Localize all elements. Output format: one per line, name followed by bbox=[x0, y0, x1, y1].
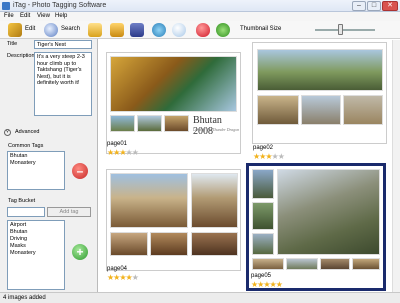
list-item[interactable]: Airport bbox=[10, 222, 62, 229]
star-icon[interactable]: ★ bbox=[132, 148, 139, 157]
list-item[interactable]: Bhutan bbox=[10, 229, 62, 236]
thumb-photo bbox=[286, 258, 318, 270]
valley-photo bbox=[257, 49, 383, 91]
advanced-label[interactable]: Advanced bbox=[15, 129, 39, 135]
minimize-button[interactable]: – bbox=[352, 1, 366, 11]
thumb-photo bbox=[301, 95, 341, 125]
edit-button-label[interactable]: Edit bbox=[25, 26, 35, 32]
tile-caption: page01 bbox=[107, 141, 128, 147]
title-bar: iTag - Photo Tagging Software – □ ✕ bbox=[0, 0, 400, 12]
tile-caption: page04 bbox=[107, 266, 128, 272]
thumb-photo bbox=[137, 115, 162, 132]
thumbnail-size-slider[interactable] bbox=[315, 29, 375, 31]
tag-details-panel: Title Tiger's Nest Description It's a ve… bbox=[0, 39, 96, 292]
star-icon[interactable]: ★ bbox=[278, 152, 285, 161]
star-rating[interactable]: ★★★★★ bbox=[107, 273, 139, 282]
title-label: Title bbox=[7, 41, 18, 47]
thumbnail-size-slider-thumb[interactable] bbox=[338, 24, 344, 35]
thumb-photo bbox=[252, 233, 274, 255]
app-icon bbox=[2, 2, 10, 10]
edit-pencil-icon[interactable] bbox=[8, 23, 22, 37]
search-icon[interactable] bbox=[44, 23, 58, 37]
thumb-photo bbox=[257, 95, 299, 125]
album-banner-subtitle: Land of the Thunder Dragon bbox=[193, 127, 240, 132]
list-item[interactable]: Bhutan bbox=[10, 153, 62, 160]
menu-bar: File Edit View Help bbox=[0, 12, 400, 21]
thumbnail-size-label: Thumbnail Size bbox=[240, 26, 282, 32]
folder-icon[interactable] bbox=[110, 23, 124, 37]
status-bar: 4 images added bbox=[0, 292, 400, 303]
star-rating[interactable]: ★★★★★ bbox=[107, 148, 139, 157]
gallery-tile-page05[interactable]: page05 ★★★★★ bbox=[246, 163, 386, 291]
remove-tag-button[interactable]: – bbox=[72, 163, 88, 179]
thumb-photo bbox=[191, 232, 238, 256]
search-button-label[interactable]: Search bbox=[61, 26, 80, 32]
dzong-photo bbox=[110, 173, 188, 228]
dragon-mask-photo bbox=[110, 56, 237, 112]
tile-caption: page02 bbox=[253, 145, 274, 151]
star-rating[interactable]: ★★★★★ bbox=[251, 280, 283, 289]
gear-icon[interactable] bbox=[216, 23, 230, 37]
menu-file[interactable]: File bbox=[4, 13, 14, 19]
common-tags-list[interactable]: Bhutan Monastery bbox=[7, 151, 65, 190]
advanced-toggle-icon[interactable]: ˅ bbox=[4, 129, 11, 136]
sphere-icon[interactable] bbox=[172, 23, 186, 37]
gallery-tile-page01[interactable]: Bhutan 2008 Land of the Thunder Dragon bbox=[106, 52, 241, 154]
gallery-tile-page02[interactable] bbox=[252, 42, 387, 144]
close-button[interactable]: ✕ bbox=[382, 1, 398, 11]
thumb-photo bbox=[352, 258, 380, 270]
save-disk-icon[interactable] bbox=[130, 23, 144, 37]
tile-caption: page05 bbox=[251, 273, 272, 279]
list-item[interactable]: Monastery bbox=[10, 250, 62, 257]
add-tag-button[interactable]: Add tag bbox=[47, 207, 91, 217]
tag-input[interactable] bbox=[7, 207, 45, 217]
heart-icon[interactable] bbox=[196, 23, 210, 37]
thumb-photo bbox=[110, 232, 148, 256]
open-folder-icon[interactable] bbox=[88, 23, 102, 37]
common-tags-label: Common Tags bbox=[8, 143, 44, 149]
tag-bucket-list[interactable]: Airport Bhutan Driving Masks Monastery bbox=[7, 220, 65, 290]
star-icon[interactable]: ★ bbox=[132, 273, 139, 282]
tag-bucket-label: Tag Bucket bbox=[8, 198, 36, 204]
star-icon[interactable]: ★ bbox=[276, 280, 283, 289]
thumb-photo bbox=[252, 258, 284, 270]
thumb-photo bbox=[252, 169, 274, 199]
star-rating[interactable]: ★★★★★ bbox=[253, 152, 285, 161]
thumb-photo bbox=[150, 232, 188, 256]
list-item[interactable]: Masks bbox=[10, 243, 62, 250]
thumb-photo bbox=[343, 95, 383, 125]
tigers-nest-photo bbox=[277, 169, 380, 255]
description-field[interactable]: It's a very steep 2-3 hour climb up to T… bbox=[34, 52, 92, 116]
window-title: iTag - Photo Tagging Software bbox=[13, 2, 107, 9]
status-text: 4 images added bbox=[3, 295, 46, 301]
thumb-photo bbox=[164, 115, 189, 132]
photo-gallery: Bhutan 2008 Land of the Thunder Dragon p… bbox=[97, 39, 400, 292]
menu-help[interactable]: Help bbox=[55, 13, 67, 19]
gallery-tile-page04[interactable] bbox=[106, 169, 241, 271]
description-label: Description bbox=[7, 53, 35, 59]
vertical-scrollbar[interactable] bbox=[392, 40, 400, 292]
thumb-photo bbox=[320, 258, 350, 270]
album-banner: Bhutan 2008 bbox=[193, 115, 222, 137]
thumb-photo bbox=[110, 115, 135, 132]
temple-photo bbox=[191, 173, 238, 228]
toolbar: Edit Search Thumbnail Size bbox=[0, 21, 400, 39]
list-item[interactable]: Driving bbox=[10, 236, 62, 243]
menu-view[interactable]: View bbox=[37, 13, 50, 19]
globe-icon[interactable] bbox=[152, 23, 166, 37]
menu-edit[interactable]: Edit bbox=[20, 13, 30, 19]
title-field[interactable]: Tiger's Nest bbox=[34, 40, 92, 49]
maximize-button[interactable]: □ bbox=[367, 1, 381, 11]
list-item[interactable]: Monastery bbox=[10, 160, 62, 167]
thumb-photo bbox=[252, 202, 274, 230]
add-to-bucket-button[interactable]: + bbox=[72, 244, 88, 260]
